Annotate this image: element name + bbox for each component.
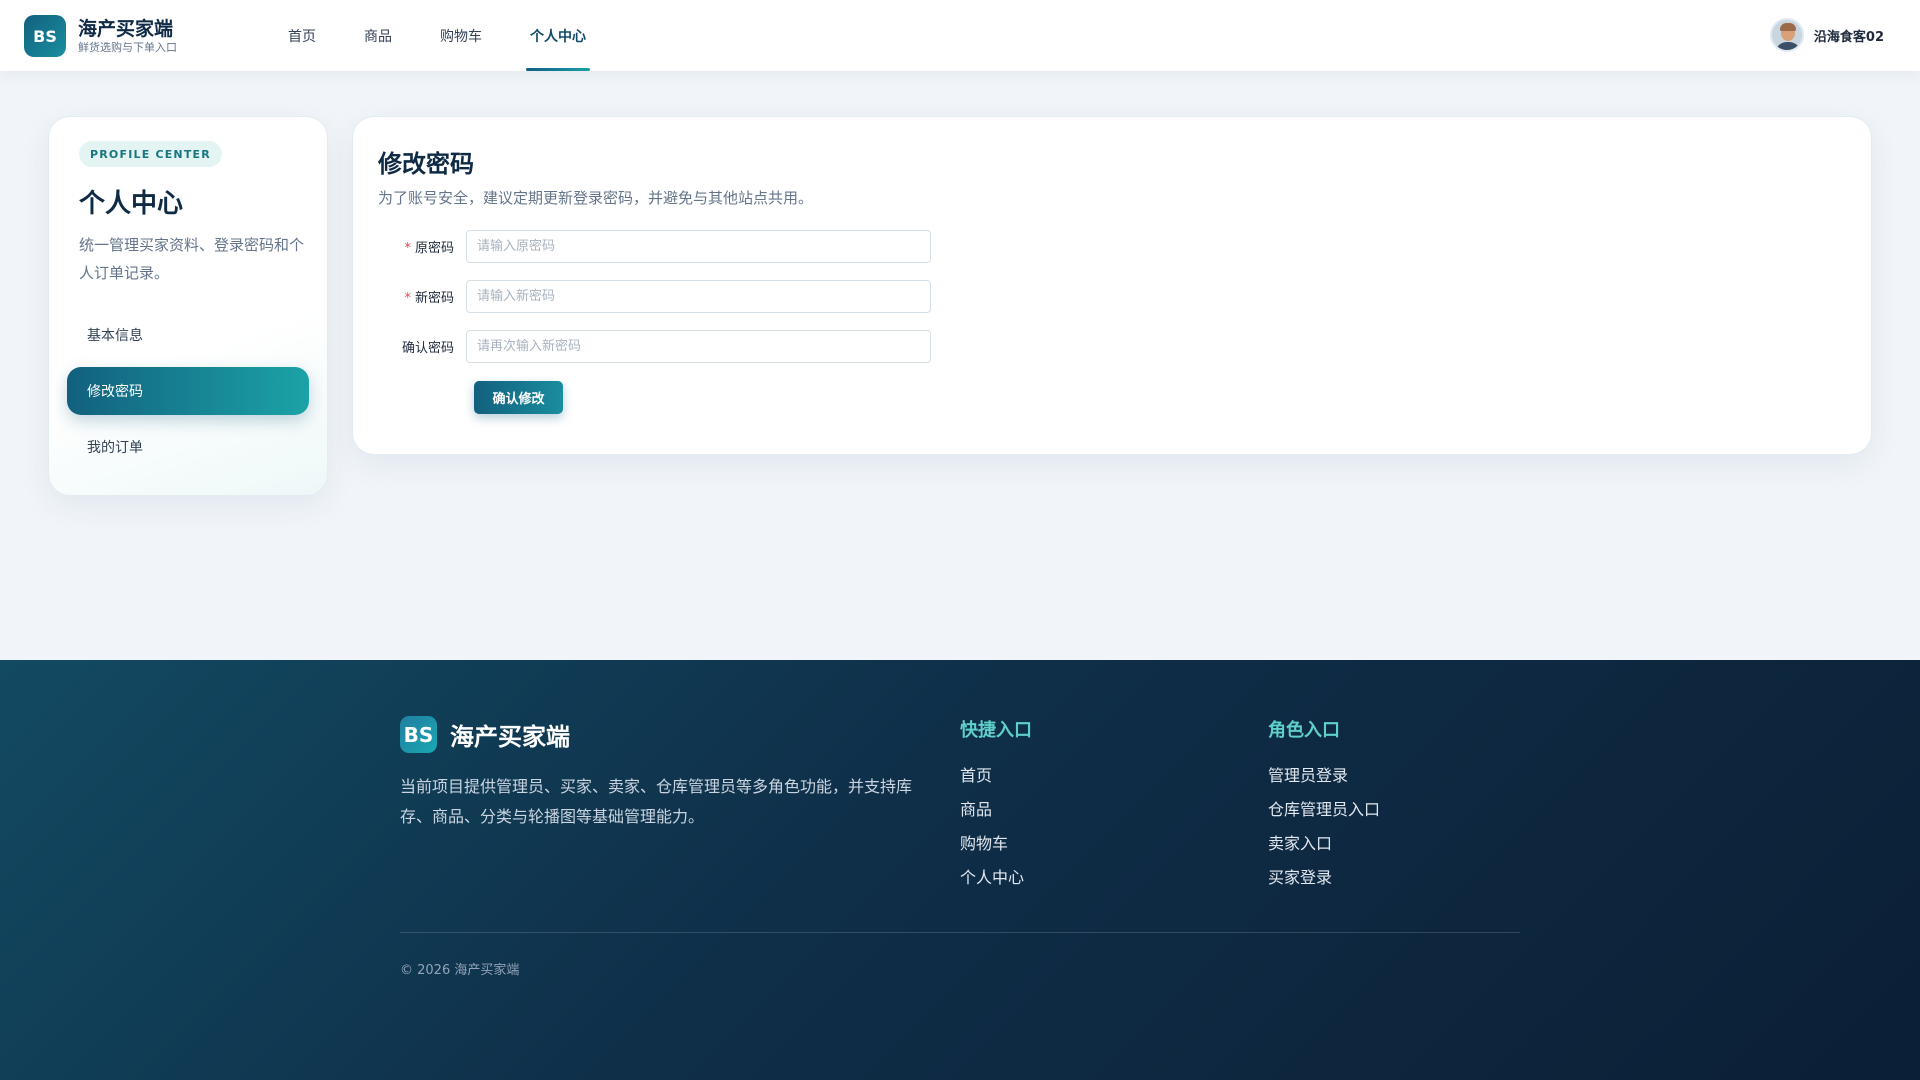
nav-item-profile[interactable]: 个人中心 <box>512 0 604 71</box>
sidebar-item-change-password[interactable]: 修改密码 <box>67 367 309 415</box>
brand-text: 海产买家端 鲜货选购与下单入口 <box>78 17 177 55</box>
sidebar-item-my-orders[interactable]: 我的订单 <box>67 423 309 471</box>
footer-link-cart[interactable]: 购物车 <box>960 827 1032 861</box>
avatar <box>1769 18 1804 52</box>
user-name: 沿海食客02 <box>1813 29 1884 45</box>
form-row-confirm-password: 确认密码 <box>378 330 931 363</box>
brand-logo: BS <box>24 15 66 57</box>
form-row-new-password: * 新密码 <box>378 280 931 313</box>
page-description: 为了账号安全，建议定期更新登录密码，并避免与其他站点共用。 <box>378 189 814 207</box>
required-mark: * <box>404 241 411 256</box>
footer-link-products[interactable]: 商品 <box>960 793 1032 827</box>
footer-link-admin-login[interactable]: 管理员登录 <box>1268 759 1380 793</box>
new-password-input[interactable] <box>466 280 931 313</box>
sidebar-item-basic-info[interactable]: 基本信息 <box>67 311 309 359</box>
required-mark: * <box>404 291 411 306</box>
brand-subtitle: 鲜货选购与下单入口 <box>78 41 177 54</box>
footer-copyright: © 2026 海产买家端 <box>400 963 520 978</box>
footer-link-home[interactable]: 首页 <box>960 759 1032 793</box>
footer-role-links: 角色入口 管理员登录 仓库管理员入口 卖家入口 买家登录 <box>1268 716 1380 895</box>
change-password-card: 修改密码 为了账号安全，建议定期更新登录密码，并避免与其他站点共用。 * 原密码 … <box>352 116 1872 455</box>
footer-brand: BS 海产买家端 <box>400 716 570 753</box>
form-row-old-password: * 原密码 <box>378 230 931 263</box>
profile-center-badge: PROFILE CENTER <box>79 141 222 167</box>
sidebar-description: 统一管理买家资料、登录密码和个人订单记录。 <box>79 236 305 282</box>
confirm-change-button[interactable]: 确认修改 <box>474 381 563 414</box>
user-menu[interactable]: 沿海食客02 <box>1769 18 1884 52</box>
footer-link-profile[interactable]: 个人中心 <box>960 861 1032 895</box>
brand[interactable]: BS 海产买家端 鲜货选购与下单入口 <box>24 15 177 57</box>
footer-quick-links: 快捷入口 首页 商品 购物车 个人中心 <box>960 716 1032 895</box>
footer-description: 当前项目提供管理员、买家、卖家、仓库管理员等多角色功能，并支持库存、商品、分类与… <box>400 777 913 826</box>
footer-link-warehouse-admin[interactable]: 仓库管理员入口 <box>1268 793 1380 827</box>
old-password-input[interactable] <box>466 230 931 263</box>
sidebar-title: 个人中心 <box>79 189 184 219</box>
footer-brand-name: 海产买家端 <box>450 723 570 751</box>
footer-link-seller[interactable]: 卖家入口 <box>1268 827 1380 861</box>
confirm-password-input[interactable] <box>466 330 931 363</box>
footer-logo: BS <box>400 716 437 753</box>
top-header: BS 海产买家端 鲜货选购与下单入口 首页 商品 购物车 个人中心 沿海食客02 <box>0 0 1920 71</box>
nav-item-cart[interactable]: 购物车 <box>422 0 500 71</box>
footer-link-buyer-login[interactable]: 买家登录 <box>1268 861 1380 895</box>
brand-name: 海产买家端 <box>78 18 174 40</box>
confirm-password-label: 确认密码 <box>401 341 454 356</box>
nav-item-products[interactable]: 商品 <box>346 0 410 71</box>
profile-sidebar: PROFILE CENTER 个人中心 统一管理买家资料、登录密码和个人订单记录… <box>48 116 328 496</box>
new-password-label: * 新密码 <box>404 291 454 306</box>
sidebar-menu: 基本信息 修改密码 我的订单 <box>67 311 309 479</box>
main-nav: 首页 商品 购物车 个人中心 <box>270 0 616 71</box>
footer-divider <box>400 932 1520 933</box>
footer-quick-title: 快捷入口 <box>960 720 1032 741</box>
site-footer: BS 海产买家端 当前项目提供管理员、买家、卖家、仓库管理员等多角色功能，并支持… <box>0 660 1920 1080</box>
footer-roles-title: 角色入口 <box>1268 720 1340 741</box>
old-password-label: * 原密码 <box>404 241 454 256</box>
page-title: 修改密码 <box>378 150 474 178</box>
nav-item-home[interactable]: 首页 <box>270 0 334 71</box>
